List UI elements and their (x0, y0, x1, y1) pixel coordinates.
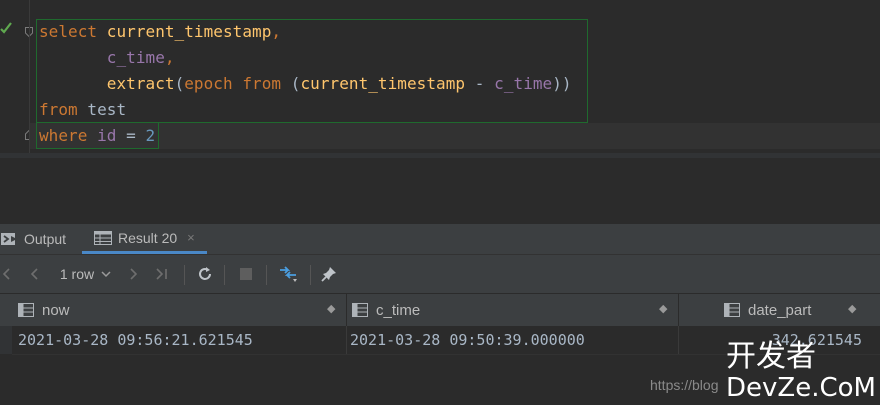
code-token: c_time (494, 74, 553, 93)
sort-icon[interactable]: ◆ (848, 302, 856, 315)
next-page-icon[interactable] (122, 255, 144, 293)
tab-output-label: Output (24, 231, 67, 247)
code-token: from (39, 100, 88, 119)
row-count-dropdown[interactable]: 1 row (54, 255, 118, 293)
cell-now[interactable]: 2021-03-28 09:56:21.621545 (18, 326, 253, 354)
results-table-header: now ◆ c_time ◆ date_part ◆ (0, 294, 880, 326)
code-token: extract (106, 74, 175, 93)
watermark-logo: 开发者 DevZe.CoM (726, 339, 874, 400)
column-header-date-part[interactable]: date_part ◆ (724, 294, 874, 326)
code-line[interactable]: extract(epoch from (current_timestamp - … (39, 71, 572, 97)
cell-c-time[interactable]: 2021-03-28 09:50:39.000000 (350, 326, 585, 354)
previous-page-icon[interactable] (24, 255, 46, 293)
compare-icon[interactable] (276, 255, 302, 293)
code-line[interactable]: select current_timestamp, (39, 19, 281, 45)
refresh-icon[interactable] (192, 255, 218, 293)
pin-icon[interactable] (316, 255, 342, 293)
code-token: c_time (106, 48, 165, 67)
code-token: )) (552, 74, 572, 93)
column-header-label: date_part (748, 301, 812, 319)
toolbar-separator (266, 265, 267, 285)
code-line[interactable]: from test (39, 97, 126, 123)
code-token: ( (174, 74, 185, 93)
results-tab-bar: Output Result 20 × (0, 224, 880, 255)
stop-icon[interactable] (234, 255, 258, 293)
cell-divider (346, 326, 347, 354)
run-check-icon (0, 22, 12, 34)
code-token: , (271, 22, 282, 41)
row-count-label: 1 row (59, 266, 95, 282)
column-icon (352, 303, 368, 317)
code-token: 2 (145, 126, 156, 145)
watermark-logo-bottom: DevZe.CoM (726, 373, 874, 400)
toolbar-separator (184, 265, 185, 285)
console-output-icon (1, 233, 17, 245)
chevron-down-icon (101, 271, 111, 278)
column-header-label: c_time (376, 301, 421, 319)
code-token: , (164, 48, 175, 67)
cell-divider (678, 326, 679, 354)
code-token: current_timestamp (106, 22, 272, 41)
sort-icon[interactable]: ◆ (327, 302, 335, 315)
code-token: ( (281, 74, 301, 93)
tab-result-label: Result 20 (118, 229, 178, 246)
code-token: from (242, 74, 282, 93)
code-token: select (39, 22, 107, 41)
last-page-icon[interactable] (150, 255, 174, 293)
sql-editor[interactable]: select current_timestamp, c_time, extrac… (0, 0, 880, 158)
toolbar-separator (310, 265, 311, 285)
results-panel-spacer (0, 186, 880, 224)
watermark-url: https://blog (650, 377, 719, 393)
code-token: test (87, 100, 127, 119)
panel-splitter[interactable] (0, 158, 880, 187)
column-divider[interactable] (346, 294, 347, 326)
code-token: epoch (184, 74, 233, 93)
code-line[interactable]: c_time, (39, 45, 175, 71)
code-token: id (97, 126, 117, 145)
toolbar-separator (224, 265, 225, 285)
sort-icon[interactable]: ◆ (659, 302, 667, 315)
close-icon[interactable]: × (187, 230, 195, 245)
column-icon (724, 303, 740, 317)
column-header-label: now (42, 301, 70, 319)
column-header-c-time[interactable]: c_time ◆ (352, 294, 672, 326)
code-token: current_timestamp (300, 74, 466, 93)
column-divider[interactable] (678, 294, 679, 326)
column-icon (18, 303, 34, 317)
tab-output[interactable]: Output (0, 224, 66, 254)
code-token: where (39, 126, 98, 145)
results-toolbar: 1 row (0, 255, 880, 293)
watermark-logo-top: 开发者 (726, 339, 816, 374)
row-number-gutter[interactable] (0, 326, 12, 354)
first-page-icon[interactable] (0, 255, 14, 293)
tab-result-20[interactable]: Result 20 × (82, 224, 207, 254)
column-header-now[interactable]: now ◆ (18, 294, 340, 326)
code-token: = (116, 126, 146, 145)
editor-gutter (0, 0, 33, 158)
code-token: - (465, 74, 495, 93)
table-grid-icon (94, 230, 112, 245)
code-line[interactable]: where id = 2 (39, 123, 155, 149)
